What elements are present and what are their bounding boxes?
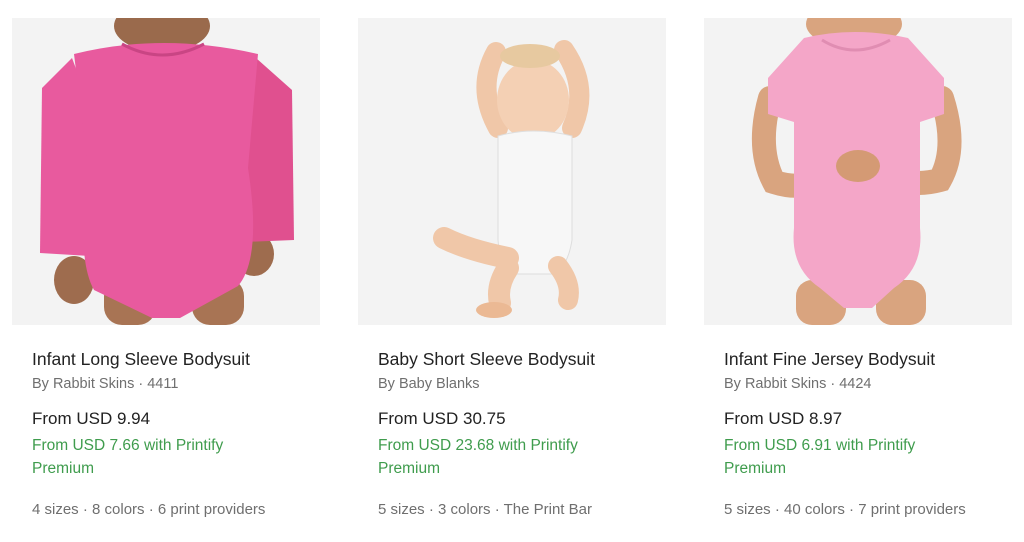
product-card[interactable]: Infant Long Sleeve Bodysuit By Rabbit Sk… [12,0,320,542]
product-price: From USD 8.97 [724,409,843,428]
product-price: From USD 9.94 [32,409,151,428]
product-image[interactable] [358,18,666,325]
premium-price: From USD 23.68 with Printify Premium [378,437,578,477]
product-grid: Infant Long Sleeve Bodysuit By Rabbit Sk… [0,0,1024,542]
premium-price: From USD 6.91 with Printify Premium [724,437,916,477]
fine-jersey-bodysuit-photo [704,18,1012,325]
product-image[interactable] [12,18,320,325]
product-brand: By Rabbit Skins · 4424 [724,376,872,392]
product-meta: 4 sizes · 8 colors · 6 print providers [32,501,266,518]
product-title[interactable]: Infant Fine Jersey Bodysuit [724,347,1004,371]
product-meta: 5 sizes · 3 colors · The Print Bar [378,501,592,518]
premium-price: From USD 7.66 with Printify Premium [32,437,224,477]
product-card[interactable]: Infant Fine Jersey Bodysuit By Rabbit Sk… [704,0,1012,542]
long-sleeve-bodysuit-photo [12,18,320,325]
short-sleeve-bodysuit-photo [358,18,666,325]
product-card[interactable]: Baby Short Sleeve Bodysuit By Baby Blank… [358,0,666,542]
product-meta: 5 sizes · 40 colors · 7 print providers [724,501,966,518]
product-price: From USD 30.75 [378,409,506,428]
product-title[interactable]: Infant Long Sleeve Bodysuit [32,347,312,371]
product-image[interactable] [704,18,1012,325]
product-title[interactable]: Baby Short Sleeve Bodysuit [378,347,658,371]
product-brand: By Rabbit Skins · 4411 [32,376,179,392]
product-brand: By Baby Blanks [378,376,480,392]
